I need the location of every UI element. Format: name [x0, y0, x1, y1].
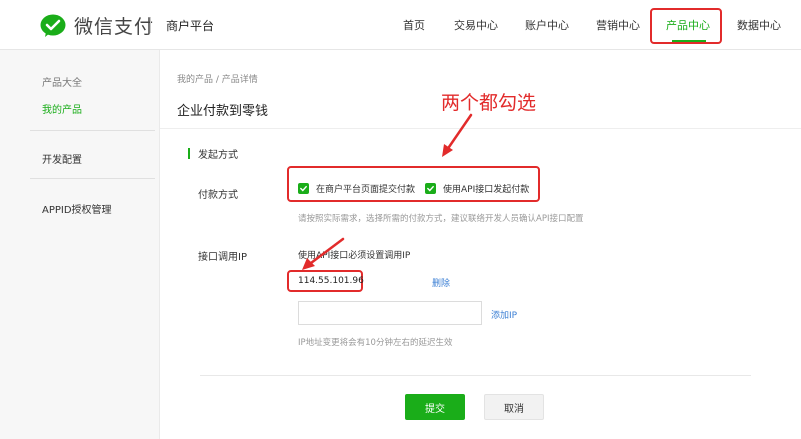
sidebar-divider — [30, 178, 155, 179]
option-label-merchant-page[interactable]: 在商户平台页面提交付款 — [316, 182, 415, 195]
platform-name: 商户平台 — [166, 19, 215, 33]
delete-ip-link[interactable]: 删除 — [432, 276, 450, 289]
annotation-text: 两个都勾选 — [441, 92, 537, 114]
top-bar: 微信支付 商户平台 首页 交易中心 账户中心 营销中心 产品中心 数据中心 — [0, 0, 801, 50]
nav-account-center[interactable]: 账户中心 — [525, 17, 569, 33]
wechat-pay-logo[interactable]: 微信支付 — [40, 12, 154, 39]
breadcrumb: 我的产品 / 产品详情 — [177, 75, 258, 85]
sidebar: 产品大全 我的产品 开发配置 APPID授权管理 — [0, 50, 160, 439]
wechat-pay-logo-icon — [40, 14, 66, 37]
logo-divider — [150, 17, 151, 33]
sidebar-group-label: 产品大全 — [42, 78, 82, 89]
form-divider — [200, 375, 751, 376]
sidebar-item-appid-auth[interactable]: APPID授权管理 — [42, 201, 112, 216]
payment-hint: 请按照实际需求，选择所需的付款方式，建议联络开发人员确认API接口配置 — [298, 214, 584, 224]
add-ip-link[interactable]: 添加IP — [491, 308, 517, 321]
nav-marketing-center[interactable]: 营销中心 — [596, 17, 640, 33]
nav-data-center[interactable]: 数据中心 — [737, 17, 781, 33]
sidebar-item-dev-config[interactable]: 开发配置 — [42, 151, 82, 166]
nav-trade-center[interactable]: 交易中心 — [454, 17, 498, 33]
ip-label: 接口调用IP — [198, 252, 247, 263]
page-title: 企业付款到零钱 — [177, 104, 269, 119]
section-title: 发起方式 — [198, 150, 238, 161]
cancel-button[interactable]: 取消 — [484, 394, 544, 420]
logo-text: 微信支付 — [74, 16, 155, 38]
ip-input[interactable] — [298, 301, 482, 325]
checkbox-checked-icon — [300, 185, 307, 192]
checkbox-api[interactable] — [425, 183, 437, 194]
option-label-api[interactable]: 使用API接口发起付款 — [443, 182, 529, 195]
nav-home[interactable]: 首页 — [403, 17, 425, 33]
sidebar-divider — [30, 130, 155, 131]
nav-highlight-box — [650, 8, 722, 44]
submit-button[interactable]: 提交 — [405, 394, 465, 420]
checkbox-merchant-page[interactable] — [298, 183, 309, 194]
ip-description: 使用API接口必须设置调用IP — [298, 251, 411, 261]
ip-hint: IP地址变更将会有10分钟左右的延迟生效 — [298, 338, 453, 348]
sidebar-item-my-products[interactable]: 我的产品 — [42, 101, 82, 116]
section-marker — [188, 148, 190, 159]
payment-options: 在商户平台页面提交付款 使用API接口发起付款 — [298, 182, 539, 195]
payment-method-label: 付款方式 — [198, 190, 238, 201]
title-divider — [160, 128, 801, 129]
checkbox-checked-icon — [427, 185, 434, 192]
ip-value: 114.55.101.96 — [298, 276, 364, 286]
